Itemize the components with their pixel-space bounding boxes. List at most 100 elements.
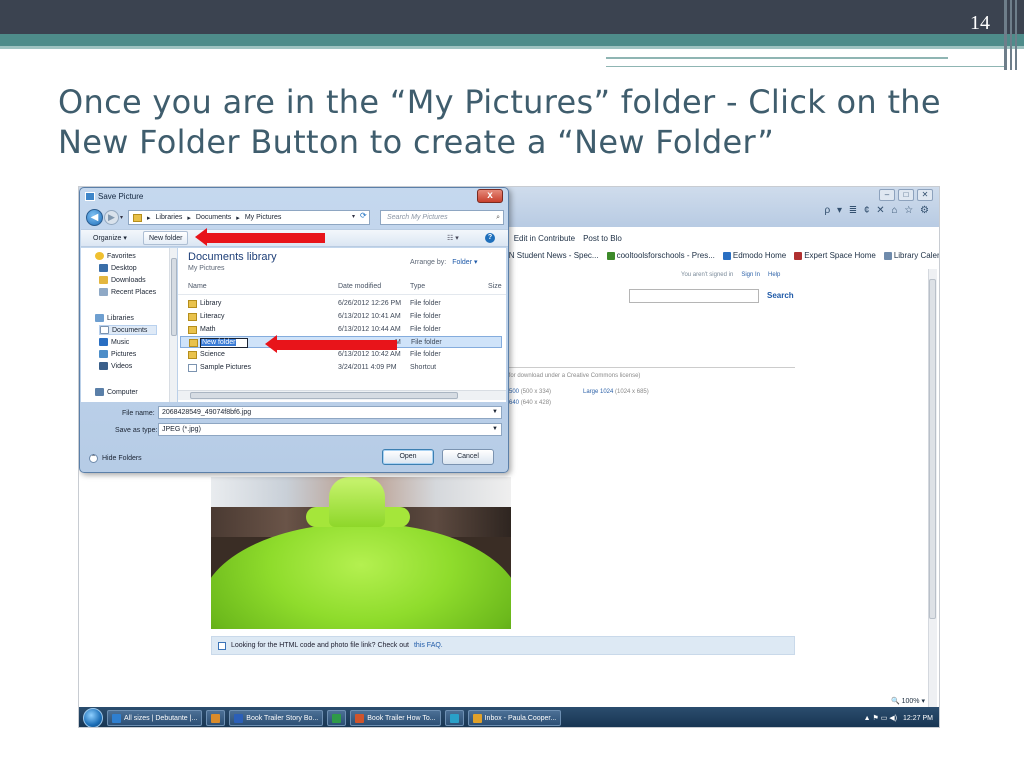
column-header-type[interactable]: Type xyxy=(410,283,425,290)
breadcrumb-documents[interactable]: Documents xyxy=(196,214,231,221)
sign-in-link[interactable]: Sign In xyxy=(741,272,760,278)
forward-icon[interactable]: ▶ xyxy=(104,210,119,225)
file-row[interactable]: Literacy 6/13/2012 10:41 AM File folder xyxy=(180,311,502,323)
favorite-link[interactable]: Edmodo Home xyxy=(722,251,786,260)
sidebar-item-desktop[interactable]: Desktop xyxy=(99,264,137,272)
taskbar-item-explorer[interactable] xyxy=(206,710,226,726)
views-button[interactable]: ☷ ▾ xyxy=(447,234,459,242)
column-header-size[interactable]: Size xyxy=(488,283,502,290)
page-search-button[interactable]: Search xyxy=(767,291,794,300)
favorite-link[interactable]: Library Calendar xyxy=(883,251,939,260)
back-icon[interactable]: ◀ xyxy=(86,209,103,226)
clock[interactable]: 12:27 PM xyxy=(903,715,933,722)
taskbar-item-browser[interactable]: All sizes | Debutante |... xyxy=(107,710,203,726)
maximize-icon[interactable]: □ xyxy=(898,189,914,201)
taskbar-item-app[interactable] xyxy=(327,710,347,726)
favorite-link[interactable]: cooltoolsforschools - Pres... xyxy=(606,251,715,260)
size-link-large[interactable]: Large 1024 (1024 x 685) xyxy=(583,389,649,395)
slide-title: Once you are in the “My Pictures” folder… xyxy=(58,83,941,161)
history-dropdown-icon[interactable]: ▾ xyxy=(120,214,123,221)
arrow-pointer-icon xyxy=(265,335,277,353)
rename-input[interactable]: New folder xyxy=(200,338,248,348)
file-row[interactable]: Library 6/26/2012 12:26 PM File folder xyxy=(180,298,502,310)
slide-decor-line xyxy=(606,57,948,59)
size-link-500[interactable]: 500 (500 x 334) xyxy=(509,389,551,395)
license-text: ble for download under a Creative Common… xyxy=(499,373,641,379)
app-icon xyxy=(332,713,342,723)
folder-icon xyxy=(189,339,198,347)
faq-notice: Looking for the HTML code and photo file… xyxy=(211,636,795,655)
tray-icons[interactable]: ▲ ⚑ ▭ ◀) xyxy=(864,714,897,722)
address-tools[interactable]: ρ ▾ ≣ ¢ ✕ ⌂ ☆ ⚙ xyxy=(825,205,931,216)
organize-button[interactable]: Organize ▾ xyxy=(93,234,127,242)
slide-accent-band xyxy=(0,34,1024,46)
star-icon xyxy=(95,252,104,260)
library-title: Documents library xyxy=(188,251,277,263)
open-button[interactable]: Open xyxy=(382,449,434,465)
sidebar-item-pictures[interactable]: Pictures xyxy=(99,350,136,358)
arrow-pointer-icon xyxy=(195,228,207,246)
start-button[interactable] xyxy=(83,708,103,727)
help-icon[interactable]: ? xyxy=(485,233,495,243)
favorite-link[interactable]: NN Student News - Spec... xyxy=(503,251,599,260)
edit-in-contribute-button[interactable]: Edit in Contribute xyxy=(514,234,575,243)
arrange-by: Arrange by: Folder ▾ xyxy=(410,259,478,266)
hide-folders-button[interactable]: ⌃ Hide Folders xyxy=(89,454,142,463)
file-list-hscrollbar[interactable] xyxy=(178,390,506,400)
favicon-icon xyxy=(883,251,892,260)
folder-icon xyxy=(188,313,197,321)
taskbar-item-powerpoint[interactable]: Book Trailer How To... xyxy=(350,710,441,726)
folder-icon xyxy=(188,351,197,359)
size-link-640[interactable]: 640 (640 x 428) xyxy=(509,400,551,406)
music-icon xyxy=(99,338,108,346)
folder-icon xyxy=(188,326,197,334)
sidebar-item-documents[interactable]: Documents xyxy=(99,325,157,335)
sidebar-item-favorites[interactable]: Favorites xyxy=(95,252,136,260)
shortcut-icon xyxy=(188,364,197,372)
window-controls: – □ ✕ xyxy=(879,189,933,201)
close-icon[interactable]: ✕ xyxy=(917,189,933,201)
file-row[interactable]: Sample Pictures 3/24/2011 4:09 PM Shortcut xyxy=(180,362,502,374)
dialog-close-button[interactable]: x xyxy=(477,189,503,203)
nav-scrollbar[interactable] xyxy=(169,248,177,402)
sidebar-item-videos[interactable]: Videos xyxy=(99,362,132,370)
file-row[interactable]: Math 6/13/2012 10:44 AM File folder xyxy=(180,324,502,336)
breadcrumb[interactable]: ▸ Libraries ▸ Documents ▸ My Pictures xyxy=(128,210,370,225)
sidebar-item-computer[interactable]: Computer xyxy=(95,388,138,396)
chevron-down-icon[interactable]: ▼ xyxy=(492,424,498,435)
minimize-icon[interactable]: – xyxy=(879,189,895,201)
column-header-date[interactable]: Date modified xyxy=(338,283,381,290)
dialog-app-icon xyxy=(85,192,95,201)
search-input[interactable]: Search My Pictures ⌕ xyxy=(380,210,504,225)
help-link[interactable]: Help xyxy=(768,272,780,278)
sidebar-item-recent-places[interactable]: Recent Places xyxy=(99,288,156,296)
computer-icon xyxy=(95,388,104,396)
save-form: File name: 2068428549_49074f8bf6.jpg ▼ Sa… xyxy=(81,402,508,472)
sidebar-item-libraries[interactable]: Libraries xyxy=(95,314,134,322)
sidebar-item-downloads[interactable]: Downloads xyxy=(99,276,146,284)
file-row[interactable]: Science 6/13/2012 10:42 AM File folder xyxy=(180,349,502,361)
breadcrumb-my-pictures[interactable]: My Pictures xyxy=(245,214,282,221)
downloads-icon xyxy=(99,276,108,284)
new-folder-button[interactable]: New folder xyxy=(143,231,189,245)
taskbar-item-word[interactable]: Book Trailer Story Bo... xyxy=(229,710,324,726)
favorite-link[interactable]: Expert Space Home xyxy=(794,251,876,260)
chevron-down-icon[interactable]: ▼ xyxy=(492,407,498,418)
debutante-photo xyxy=(211,477,511,629)
page-scroll-thumb[interactable] xyxy=(929,279,936,619)
faq-link[interactable]: this FAQ. xyxy=(414,642,443,649)
file-name-input[interactable]: 2068428549_49074f8bf6.jpg ▼ xyxy=(158,406,502,419)
sidebar-item-music[interactable]: Music xyxy=(99,338,129,346)
post-to-blog-button[interactable]: Post to Blo xyxy=(583,234,622,243)
breadcrumb-libraries[interactable]: Libraries xyxy=(156,214,183,221)
zoom-level[interactable]: 🔍 100% ▾ xyxy=(891,697,925,705)
taskbar-item-app2[interactable] xyxy=(444,710,464,726)
cancel-button[interactable]: Cancel xyxy=(442,449,494,465)
refresh-icon[interactable]: ⟳ xyxy=(360,211,367,220)
breadcrumb-dropdown-icon[interactable]: ▾ xyxy=(352,213,355,220)
column-header-name[interactable]: Name xyxy=(188,283,207,290)
taskbar-item-outlook[interactable]: Inbox - Paula.Cooper... xyxy=(467,710,562,726)
page-search-input[interactable] xyxy=(629,289,759,303)
arrange-by-dropdown[interactable]: Folder ▾ xyxy=(452,259,477,266)
save-as-type-select[interactable]: JPEG (*.jpg) ▼ xyxy=(158,423,502,436)
